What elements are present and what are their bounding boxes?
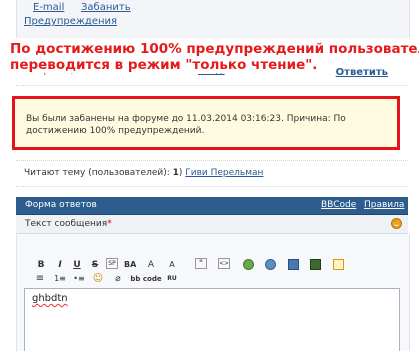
thread-readers: Читают тему (пользователей): 1) Гиви Пер… (24, 168, 263, 178)
link-icon[interactable] (243, 259, 254, 270)
bbcode-mode-icon[interactable]: bb code (129, 272, 163, 286)
reply-link[interactable]: Ответить (336, 67, 388, 78)
numbered-list-icon[interactable]: 1≡ (53, 272, 67, 286)
bbcode-help-link[interactable]: BBCode (321, 200, 356, 210)
align-icon[interactable]: ≡ (34, 272, 46, 286)
spoiler-icon[interactable]: SP (106, 258, 118, 269)
font-face-icon[interactable]: ВА (124, 258, 136, 272)
divider (16, 85, 408, 86)
annotation-line-2: переводится в режим "только чтение". (10, 57, 322, 73)
smiley-icon[interactable]: ☺ (91, 272, 105, 286)
video-icon[interactable] (310, 259, 321, 270)
email-link[interactable]: E-mail (33, 2, 64, 13)
quote-icon[interactable]: " (195, 258, 207, 269)
required-mark: * (107, 219, 112, 229)
warnings-link[interactable]: Предупреждения (24, 16, 117, 27)
message-label: Текст сообщения* (25, 219, 112, 229)
message-textarea[interactable]: ghbdtn (24, 288, 400, 351)
translit-icon[interactable]: RU (166, 272, 178, 286)
ban-alert-text: Вы были забанены на форуме до 11.03.2014… (26, 114, 346, 136)
ban-user-link[interactable]: Забанить (81, 2, 131, 13)
emoji-toggle-icon[interactable] (391, 218, 402, 229)
message-text-value: ghbdtn (32, 293, 68, 304)
readers-prefix: Читают тему (пользователей): (24, 168, 173, 178)
image-icon[interactable] (288, 259, 299, 270)
annotation-line-1: По достижению 100% предупреждений пользо… (10, 41, 419, 57)
bold-icon[interactable]: B (36, 258, 46, 272)
italic-icon[interactable]: I (55, 258, 65, 272)
font-size-icon[interactable]: A (146, 258, 156, 272)
rules-link[interactable]: Правила (364, 200, 404, 210)
unlink-icon[interactable] (265, 259, 276, 270)
message-label-text: Текст сообщения (25, 219, 108, 229)
ban-alert: Вы были забанены на форуме до 11.03.2014… (12, 96, 400, 150)
readers-suffix: ) (178, 168, 183, 178)
clear-format-icon[interactable]: ⌀ (112, 272, 124, 286)
reader-user-link[interactable]: Гиви Перельман (185, 168, 263, 178)
underline-icon[interactable]: U (72, 258, 82, 272)
reply-form-header: Форма ответов BBCode Правила (16, 197, 408, 215)
message-label-row: Текст сообщения* (16, 215, 408, 234)
font-color-icon[interactable]: A (167, 258, 177, 272)
divider (16, 186, 408, 187)
divider (16, 160, 408, 161)
code-icon[interactable]: <> (218, 258, 230, 269)
bullet-list-icon[interactable]: •≡ (72, 272, 86, 286)
reply-form-title: Форма ответов (25, 200, 97, 210)
strike-icon[interactable]: S (90, 258, 100, 272)
hide-icon[interactable] (333, 259, 344, 270)
